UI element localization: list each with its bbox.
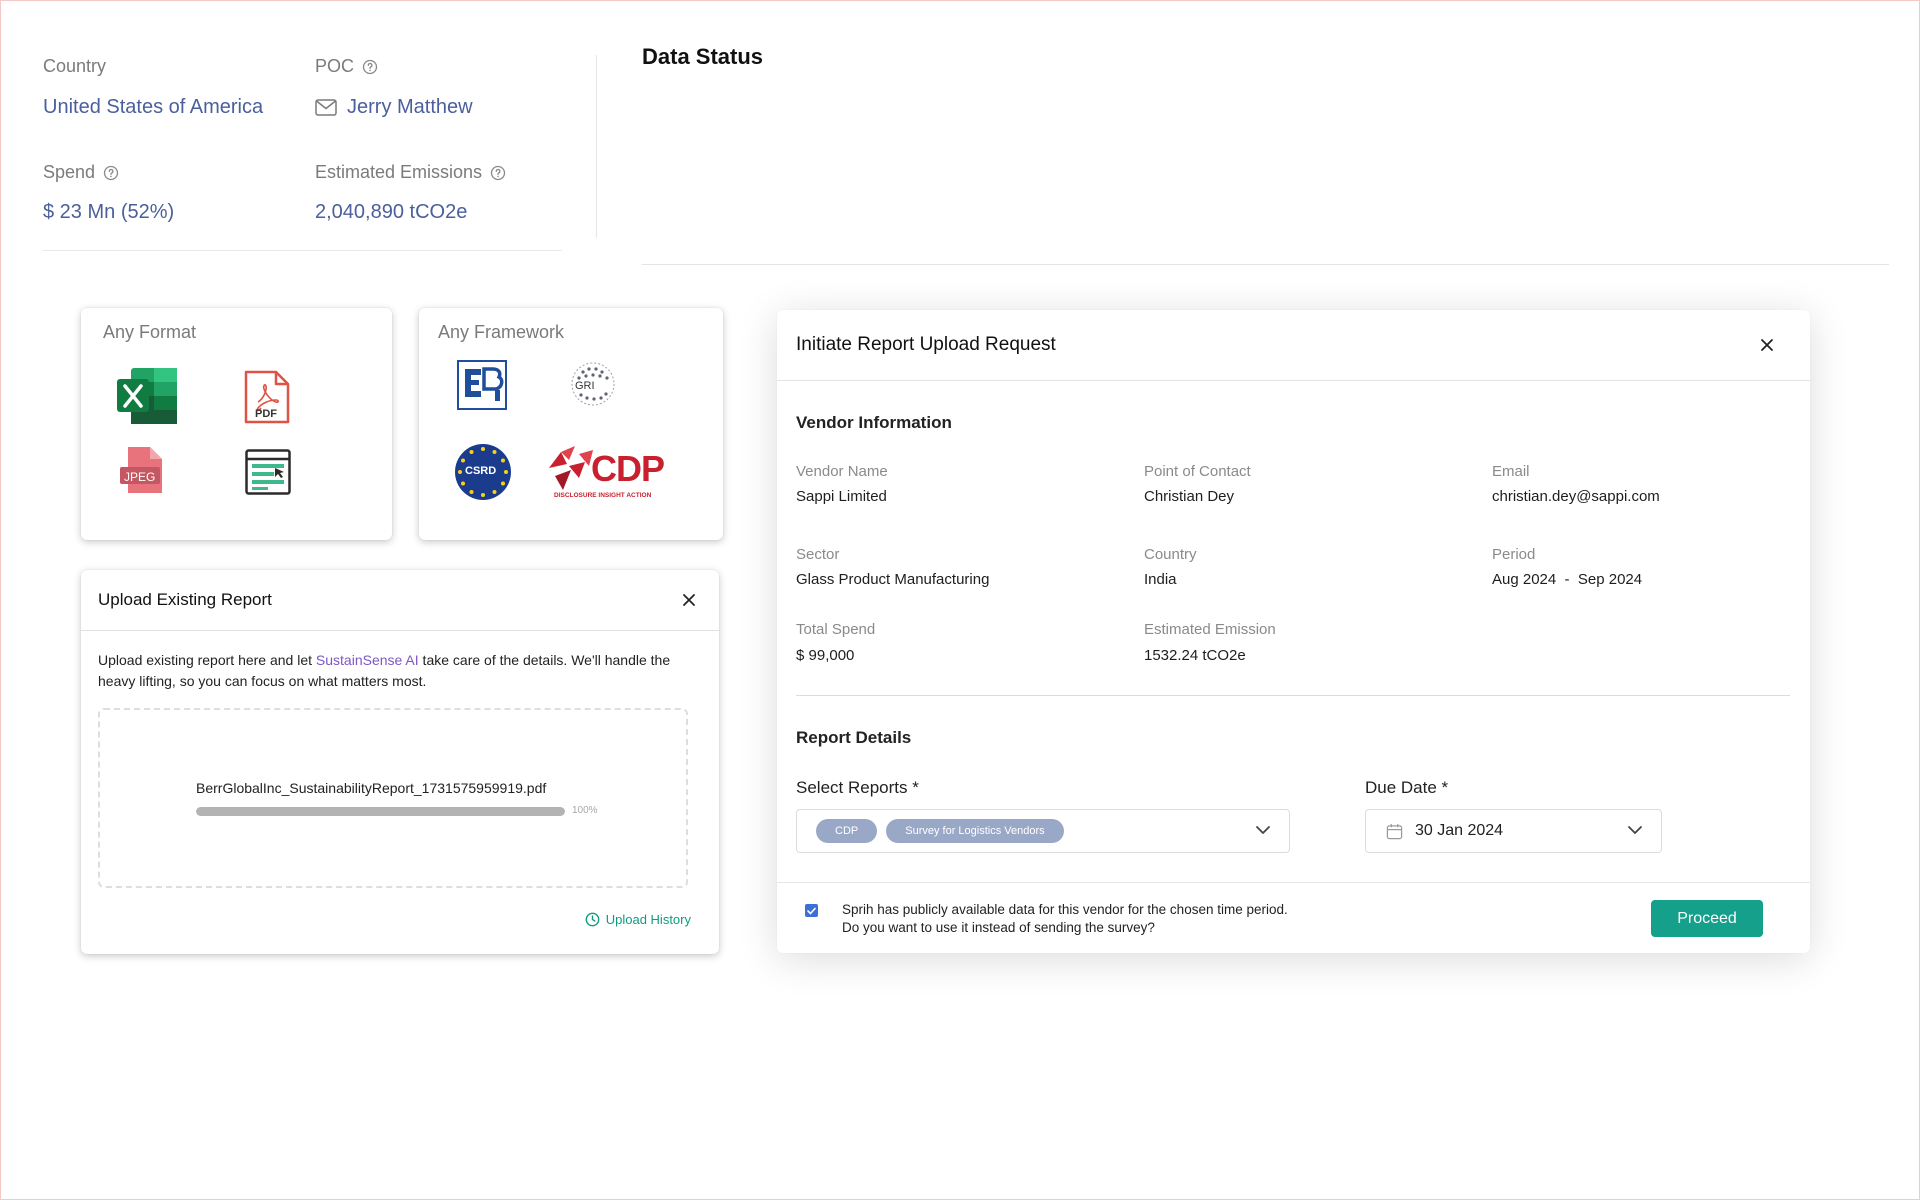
uploaded-file-name: BerrGlobalInc_SustainabilityReport_17315…	[196, 780, 547, 796]
country-field-value: India	[1144, 571, 1177, 588]
report-chip[interactable]: Survey for Logistics Vendors	[886, 819, 1064, 843]
vendor-name-value: Sappi Limited	[796, 488, 887, 505]
help-icon[interactable]	[103, 165, 119, 181]
public-data-notice: Sprih has publicly available data for th…	[842, 902, 1288, 935]
mail-icon[interactable]	[315, 99, 337, 116]
country-label: Country	[43, 56, 107, 76]
summary-divider	[596, 55, 597, 238]
spend-label: Spend	[43, 162, 119, 183]
chevron-down-icon	[1628, 826, 1642, 834]
total-spend-value: $ 99,000	[796, 647, 855, 664]
spend-value: $ 23 Mn (52%)	[43, 201, 175, 223]
sector-value: Glass Product Manufacturing	[796, 571, 990, 588]
period-value: Aug 2024 - Sep 2024	[1492, 571, 1643, 588]
poc-label: POC	[315, 56, 378, 77]
data-status-divider	[642, 264, 1889, 265]
any-format-title: Any Format	[103, 322, 197, 342]
country-value: United States of America	[43, 96, 264, 118]
help-icon[interactable]	[490, 165, 506, 181]
upload-header: Upload Existing Report	[81, 570, 719, 631]
email-value: christian.dey@sappi.com	[1492, 488, 1660, 505]
close-icon[interactable]	[681, 592, 697, 608]
email-label: Email	[1492, 463, 1530, 480]
any-format-card: Any Format PDF JPEG	[81, 308, 392, 540]
modal-footer: Sprih has publicly available data for th…	[777, 882, 1810, 953]
web-document-icon	[245, 449, 291, 495]
report-details-title: Report Details	[796, 728, 912, 747]
any-framework-card: Any Framework GRI CSRD CDP DISCLOSURE IN…	[419, 308, 723, 540]
point-of-contact-label: Point of Contact	[1144, 463, 1251, 480]
vendor-info-title: Vendor Information	[796, 413, 952, 432]
cdp-tagline: DISCLOSURE INSIGHT ACTION	[554, 492, 652, 499]
emissions-value: 2,040,890 tCO2e	[315, 201, 468, 223]
point-of-contact-value: Christian Dey	[1144, 488, 1235, 505]
sebi-logo	[457, 360, 507, 410]
pdf-text: PDF	[255, 408, 277, 420]
estimated-emission-label: Estimated Emission	[1144, 621, 1276, 638]
modal-section-divider	[796, 695, 1790, 696]
help-icon[interactable]	[362, 59, 378, 75]
total-spend-label: Total Spend	[796, 621, 876, 638]
upload-progress-bar	[196, 807, 565, 816]
emissions-label: Estimated Emissions	[315, 162, 506, 183]
estimated-emission-value: 1532.24 tCO2e	[1144, 647, 1246, 664]
sustainsense-link[interactable]: SustainSense AI	[316, 652, 419, 668]
cdp-logo	[549, 446, 593, 490]
csrd-text: CSRD	[465, 465, 497, 477]
modal-title: Initiate Report Upload Request	[796, 334, 1056, 355]
summary-bottom-divider	[43, 250, 562, 251]
upload-existing-report-card: Upload Existing Report Upload existing r…	[81, 570, 719, 954]
period-label: Period	[1492, 546, 1536, 563]
sector-label: Sector	[796, 546, 840, 563]
modal-header: Initiate Report Upload Request	[777, 310, 1810, 381]
excel-icon	[117, 368, 177, 424]
proceed-button[interactable]: Proceed	[1651, 900, 1763, 937]
clock-icon	[585, 912, 600, 927]
gri-text: GRI	[575, 380, 595, 392]
select-reports-label: Select Reports *	[796, 778, 919, 797]
chevron-down-icon	[1256, 826, 1270, 834]
vendor-name-label: Vendor Name	[796, 463, 888, 480]
upload-history-link[interactable]: Upload History	[585, 912, 691, 927]
upload-progress-percent: 100%	[572, 805, 598, 816]
use-public-data-checkbox[interactable]	[805, 904, 818, 917]
initiate-report-modal: Initiate Report Upload Request Vendor In…	[777, 310, 1810, 953]
select-reports-dropdown[interactable]: CDP Survey for Logistics Vendors	[796, 809, 1290, 853]
calendar-icon	[1386, 823, 1403, 839]
due-date-value: 30 Jan 2024	[1415, 822, 1504, 839]
report-chip[interactable]: CDP	[816, 819, 878, 843]
poc-value: Jerry Matthew	[315, 96, 473, 119]
upload-title: Upload Existing Report	[98, 590, 272, 609]
upload-progress-fill	[196, 807, 565, 816]
close-icon[interactable]	[1759, 337, 1775, 353]
cdp-text: CDP	[591, 448, 665, 489]
jpeg-text: JPEG	[124, 470, 156, 484]
upload-dropzone[interactable]: BerrGlobalInc_SustainabilityReport_17315…	[98, 708, 688, 888]
upload-description: Upload existing report here and let Sust…	[98, 652, 671, 689]
due-date-picker[interactable]: 30 Jan 2024	[1365, 809, 1662, 853]
due-date-label: Due Date *	[1365, 778, 1449, 797]
check-icon	[807, 907, 816, 914]
country-field-label: Country	[1144, 546, 1197, 563]
any-framework-title: Any Framework	[438, 322, 565, 342]
data-status-title: Data Status	[642, 44, 764, 69]
